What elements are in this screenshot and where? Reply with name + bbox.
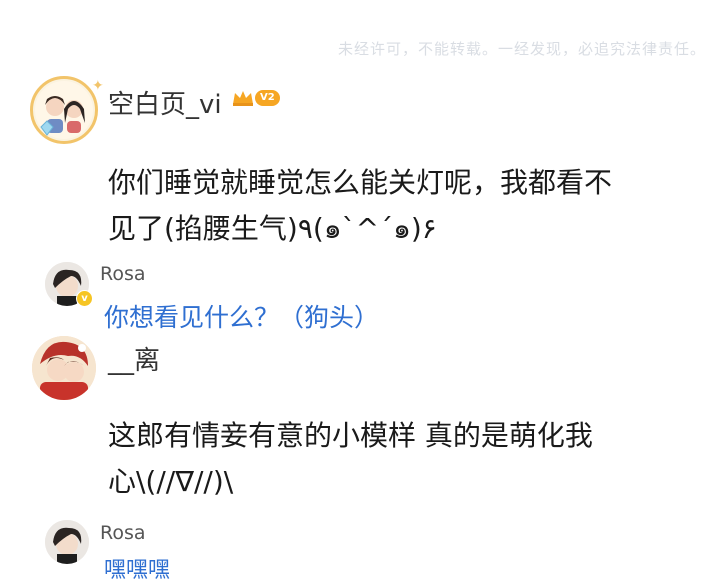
comment-text: 你们睡觉就睡觉怎么能关灯呢，我都看不 见了(掐腰生气)٩(๑`^´๑)۶ [108,160,612,252]
reply-text: 嘿嘿嘿 [104,558,171,583]
comment-text-line: 这郎有情妾有意的小模样 真的是萌化我 [108,419,593,452]
reply-username[interactable]: Rosa [100,522,146,544]
crown-icon [233,91,253,106]
level-badge: V2 [255,90,280,106]
reply-username[interactable]: Rosa [100,263,146,285]
comment-text-line: 见了(掐腰生气)٩(๑`^´๑)۶ [108,212,437,245]
avatar[interactable] [30,76,98,144]
avatar-illustration-icon [45,520,89,564]
reply-text: 你想看见什么？（狗头） [104,303,380,332]
vip-badge: V2 [232,90,280,106]
comment-text-line: 心\(//∇//)\ [108,465,234,498]
avatar[interactable] [32,336,96,400]
sparkle-icon: ✦ [92,78,104,94]
comment-text: 这郎有情妾有意的小模样 真的是萌化我 心\(//∇//)\ [108,413,593,505]
comment-text-line: 你们睡觉就睡觉怎么能关灯呢，我都看不 [108,166,613,199]
comment-username[interactable]: __离 [108,340,160,377]
watermark: 未经许可，不能转载。一经发现，必追究法律责任。 [337,40,706,58]
verified-badge-icon: v [76,290,93,307]
avatar-illustration-icon [32,336,96,400]
avatar-illustration-icon [35,81,93,139]
reply-avatar[interactable] [45,520,89,564]
comment-username[interactable]: 空白页_vi [108,84,222,121]
